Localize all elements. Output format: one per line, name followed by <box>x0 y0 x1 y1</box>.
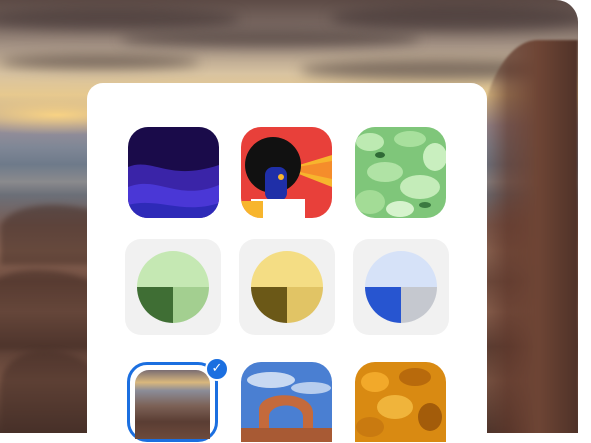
wallpaper-tile-portrait-art[interactable] <box>241 127 332 218</box>
cloud-shape <box>330 5 578 31</box>
wallpaper-tile-blue-dunes[interactable] <box>128 127 219 218</box>
cloud-shape <box>120 30 420 48</box>
arch-wallpaper-icon <box>241 362 332 442</box>
color-theme-blue[interactable] <box>353 239 449 335</box>
selected-check-icon: ✓ <box>205 357 229 381</box>
cloud-shape <box>0 8 240 30</box>
cloud-shape <box>0 55 200 69</box>
wallpaper-tile-autumn-leaves[interactable] <box>355 362 446 442</box>
autumn-leaves-wallpaper-icon <box>355 362 446 442</box>
color-theme-green[interactable] <box>125 239 221 335</box>
blue-dunes-wallpaper-icon <box>128 127 219 218</box>
canyon-wallpaper-icon <box>135 370 210 439</box>
yellow-theme-swatch <box>251 251 323 323</box>
color-theme-yellow[interactable] <box>239 239 335 335</box>
portrait-art-wallpaper-icon <box>241 127 332 218</box>
wallpaper-tile-green-foliage[interactable] <box>355 127 446 218</box>
canyon-cliff <box>478 40 578 433</box>
wallpaper-tile-canyon-selected[interactable] <box>127 362 218 442</box>
green-foliage-wallpaper-icon <box>355 127 446 218</box>
green-theme-swatch <box>137 251 209 323</box>
blue-theme-swatch <box>365 251 437 323</box>
wallpaper-tile-arch[interactable] <box>241 362 332 442</box>
